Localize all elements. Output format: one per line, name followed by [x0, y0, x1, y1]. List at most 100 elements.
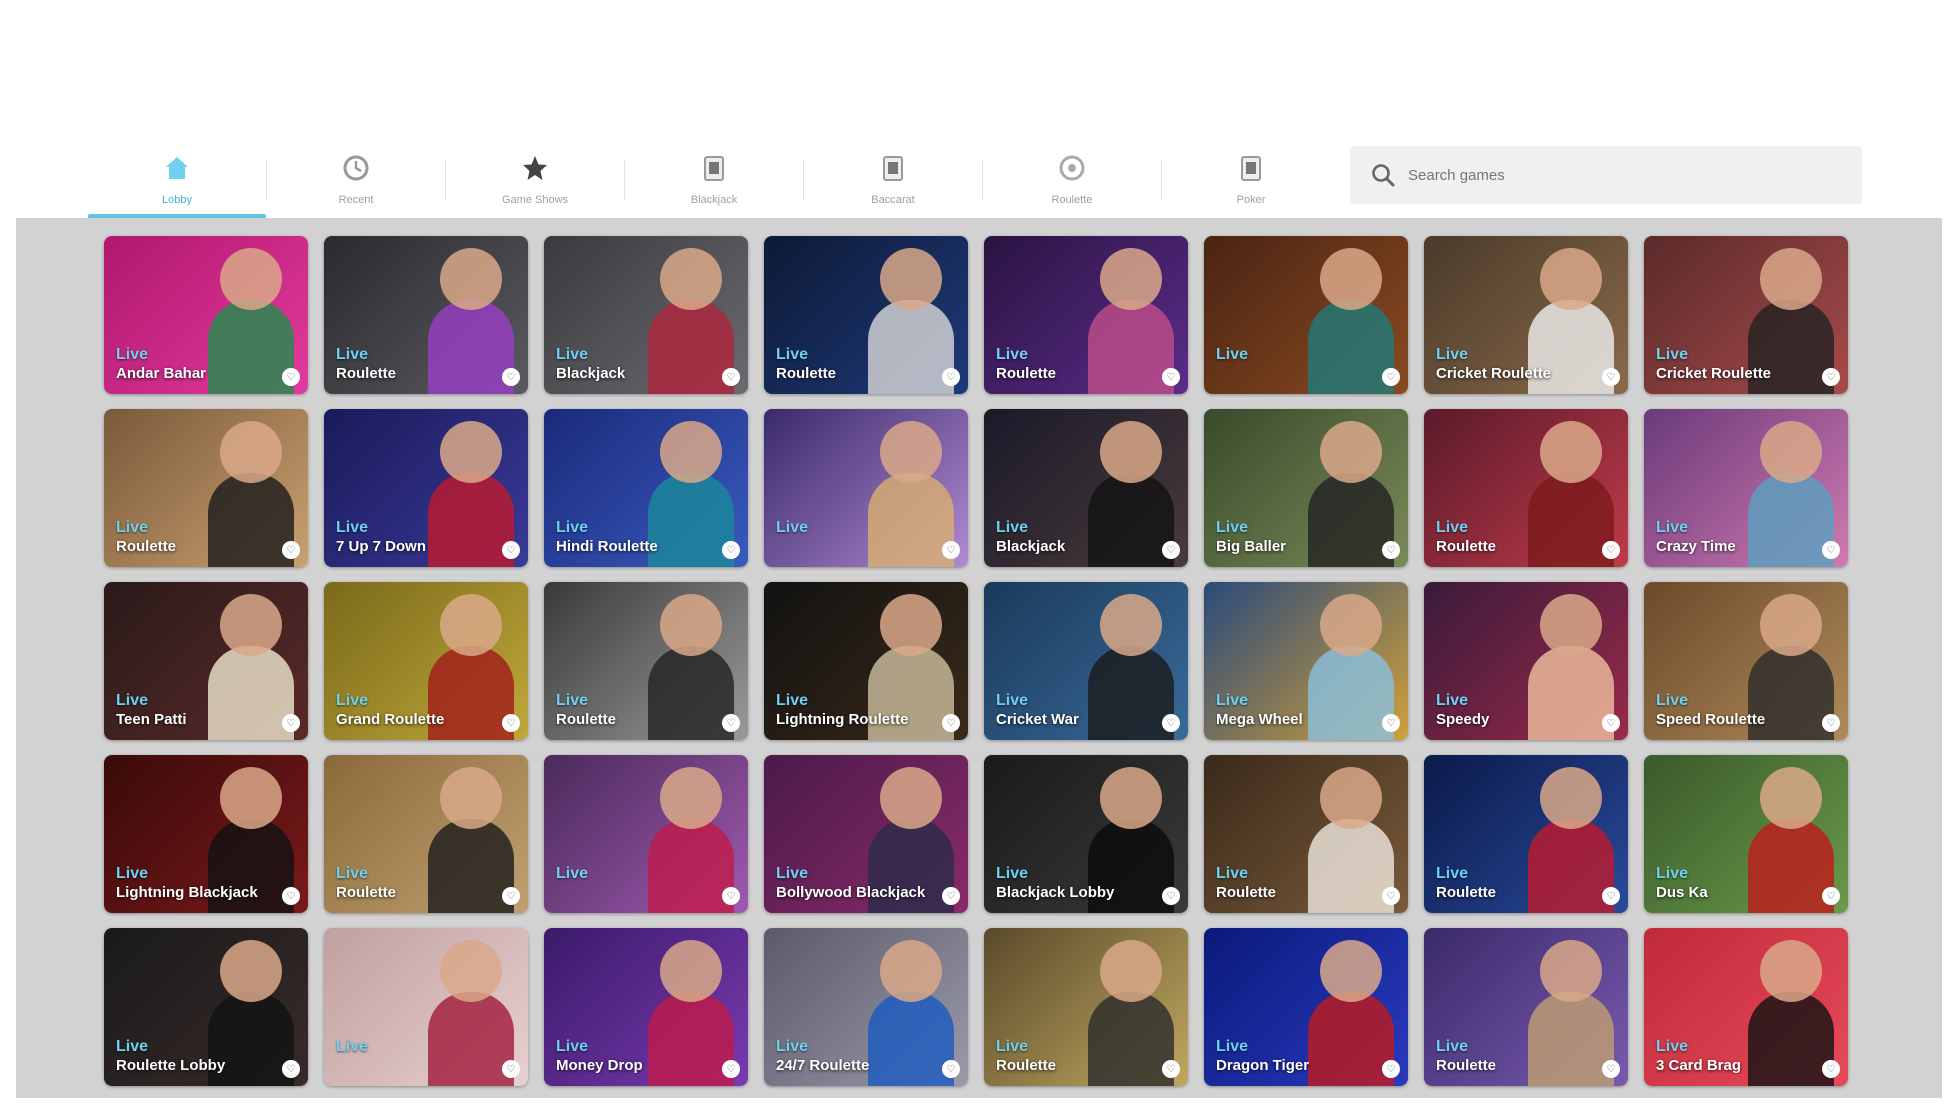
- game-card[interactable]: Live Cricket War ♡: [984, 582, 1188, 740]
- game-card[interactable]: Live ♡: [1204, 236, 1408, 394]
- game-card[interactable]: Live Roulette ♡: [984, 236, 1188, 394]
- favorite-icon[interactable]: ♡: [1822, 541, 1840, 559]
- favorite-icon[interactable]: ♡: [1822, 887, 1840, 905]
- game-card[interactable]: Live Roulette ♡: [324, 236, 528, 394]
- favorite-icon[interactable]: ♡: [502, 887, 520, 905]
- game-card[interactable]: Live Blackjack Lobby ♡: [984, 755, 1188, 913]
- game-card[interactable]: Live Blackjack ♡: [544, 236, 748, 394]
- favorite-icon[interactable]: ♡: [722, 1060, 740, 1078]
- game-card[interactable]: Live Roulette Lobby ♡: [104, 928, 308, 1086]
- game-card[interactable]: Live Grand Roulette ♡: [324, 582, 528, 740]
- game-card[interactable]: Live Roulette ♡: [1424, 409, 1628, 567]
- search-box[interactable]: [1350, 146, 1862, 204]
- game-card[interactable]: Live Lightning Blackjack ♡: [104, 755, 308, 913]
- tab-game-shows[interactable]: Game Shows: [446, 140, 624, 220]
- game-card[interactable]: Live Dus Ka ♡: [1644, 755, 1848, 913]
- favorite-icon[interactable]: ♡: [1602, 368, 1620, 386]
- game-card[interactable]: Live Mega Wheel ♡: [1204, 582, 1408, 740]
- game-card[interactable]: Live Speed Roulette ♡: [1644, 582, 1848, 740]
- favorite-icon[interactable]: ♡: [502, 714, 520, 732]
- game-card[interactable]: Live Blackjack ♡: [984, 409, 1188, 567]
- tab-roulette[interactable]: Roulette: [983, 140, 1161, 220]
- favorite-icon[interactable]: ♡: [282, 714, 300, 732]
- game-card[interactable]: Live 7 Up 7 Down ♡: [324, 409, 528, 567]
- favorite-icon[interactable]: ♡: [1382, 887, 1400, 905]
- game-card[interactable]: Live 3 Card Brag ♡: [1644, 928, 1848, 1086]
- favorite-icon[interactable]: ♡: [1602, 887, 1620, 905]
- game-card[interactable]: Live 24/7 Roulette ♡: [764, 928, 968, 1086]
- game-title: Mega Wheel: [1216, 711, 1303, 728]
- favorite-icon[interactable]: ♡: [282, 887, 300, 905]
- game-card[interactable]: Live Roulette ♡: [1424, 755, 1628, 913]
- live-label: Live: [1216, 346, 1249, 363]
- favorite-icon[interactable]: ♡: [282, 368, 300, 386]
- live-label: Live: [116, 346, 149, 363]
- game-card[interactable]: Live Roulette ♡: [764, 236, 968, 394]
- game-card[interactable]: Live Roulette ♡: [544, 582, 748, 740]
- favorite-icon[interactable]: ♡: [1162, 541, 1180, 559]
- favorite-icon[interactable]: ♡: [1822, 1060, 1840, 1078]
- live-label: Live: [1656, 865, 1689, 882]
- game-card[interactable]: Live Lightning Roulette ♡: [764, 582, 968, 740]
- game-card[interactable]: Live Cricket Roulette ♡: [1644, 236, 1848, 394]
- tab-blackjack[interactable]: Blackjack: [625, 140, 803, 220]
- dealer-head: [1540, 594, 1602, 656]
- game-card[interactable]: Live Cricket Roulette ♡: [1424, 236, 1628, 394]
- game-title: Roulette: [1216, 884, 1276, 901]
- game-card[interactable]: Live Roulette ♡: [984, 928, 1188, 1086]
- game-card[interactable]: Live ♡: [324, 928, 528, 1086]
- favorite-icon[interactable]: ♡: [1822, 714, 1840, 732]
- tab-lobby[interactable]: Lobby: [88, 140, 266, 220]
- game-card[interactable]: Live Big Baller ♡: [1204, 409, 1408, 567]
- favorite-icon[interactable]: ♡: [1602, 1060, 1620, 1078]
- game-card[interactable]: Live Roulette ♡: [1424, 928, 1628, 1086]
- game-card[interactable]: Live Speedy ♡: [1424, 582, 1628, 740]
- game-card[interactable]: Live Money Drop ♡: [544, 928, 748, 1086]
- favorite-icon[interactable]: ♡: [282, 1060, 300, 1078]
- favorite-icon[interactable]: ♡: [722, 368, 740, 386]
- favorite-icon[interactable]: ♡: [502, 541, 520, 559]
- game-card[interactable]: Live ♡: [544, 755, 748, 913]
- favorite-icon[interactable]: ♡: [1162, 887, 1180, 905]
- favorite-icon[interactable]: ♡: [1602, 541, 1620, 559]
- live-label: Live: [996, 692, 1029, 709]
- search-input[interactable]: [1408, 166, 1808, 184]
- game-card[interactable]: Live Hindi Roulette ♡: [544, 409, 748, 567]
- favorite-icon[interactable]: ♡: [722, 541, 740, 559]
- favorite-icon[interactable]: ♡: [1162, 714, 1180, 732]
- game-card[interactable]: Live Bollywood Blackjack ♡: [764, 755, 968, 913]
- game-card[interactable]: Live Roulette ♡: [1204, 755, 1408, 913]
- favorite-icon[interactable]: ♡: [502, 1060, 520, 1078]
- game-title: Roulette: [1436, 884, 1496, 901]
- favorite-icon[interactable]: ♡: [502, 368, 520, 386]
- favorite-icon[interactable]: ♡: [1822, 368, 1840, 386]
- favorite-icon[interactable]: ♡: [1162, 1060, 1180, 1078]
- game-card[interactable]: Live Dragon Tiger ♡: [1204, 928, 1408, 1086]
- favorite-icon[interactable]: ♡: [1602, 714, 1620, 732]
- live-label: Live: [776, 865, 809, 882]
- favorite-icon[interactable]: ♡: [722, 714, 740, 732]
- game-card[interactable]: Live Roulette ♡: [104, 409, 308, 567]
- tab-recent[interactable]: Recent: [267, 140, 445, 220]
- favorite-icon[interactable]: ♡: [1382, 714, 1400, 732]
- game-card[interactable]: Live Roulette ♡: [324, 755, 528, 913]
- tab-baccarat[interactable]: Baccarat: [804, 140, 982, 220]
- favorite-icon[interactable]: ♡: [1382, 368, 1400, 386]
- game-card[interactable]: Live Crazy Time ♡: [1644, 409, 1848, 567]
- game-title: Dragon Tiger: [1216, 1057, 1310, 1074]
- favorite-icon[interactable]: ♡: [722, 887, 740, 905]
- favorite-icon[interactable]: ♡: [1382, 1060, 1400, 1078]
- tab-poker[interactable]: Poker: [1162, 140, 1340, 220]
- favorite-icon[interactable]: ♡: [942, 1060, 960, 1078]
- favorite-icon[interactable]: ♡: [1382, 541, 1400, 559]
- favorite-icon[interactable]: ♡: [942, 541, 960, 559]
- favorite-icon[interactable]: ♡: [282, 541, 300, 559]
- game-card[interactable]: Live Teen Patti ♡: [104, 582, 308, 740]
- favorite-icon[interactable]: ♡: [942, 368, 960, 386]
- game-card[interactable]: Live Andar Bahar ♡: [104, 236, 308, 394]
- favorite-icon[interactable]: ♡: [942, 887, 960, 905]
- dealer-head: [660, 767, 722, 829]
- game-card[interactable]: Live ♡: [764, 409, 968, 567]
- favorite-icon[interactable]: ♡: [942, 714, 960, 732]
- favorite-icon[interactable]: ♡: [1162, 368, 1180, 386]
